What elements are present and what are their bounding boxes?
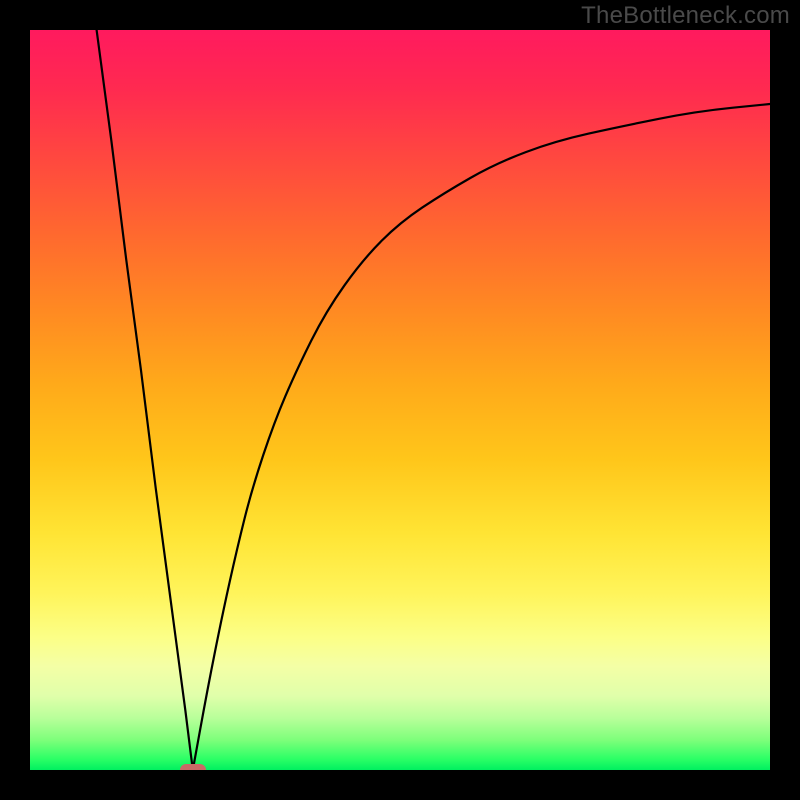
plot-area bbox=[30, 30, 770, 770]
bottleneck-curve bbox=[30, 30, 770, 770]
chart-frame: TheBottleneck.com bbox=[0, 0, 800, 800]
watermark-text: TheBottleneck.com bbox=[581, 2, 790, 30]
minimum-marker bbox=[180, 764, 206, 770]
